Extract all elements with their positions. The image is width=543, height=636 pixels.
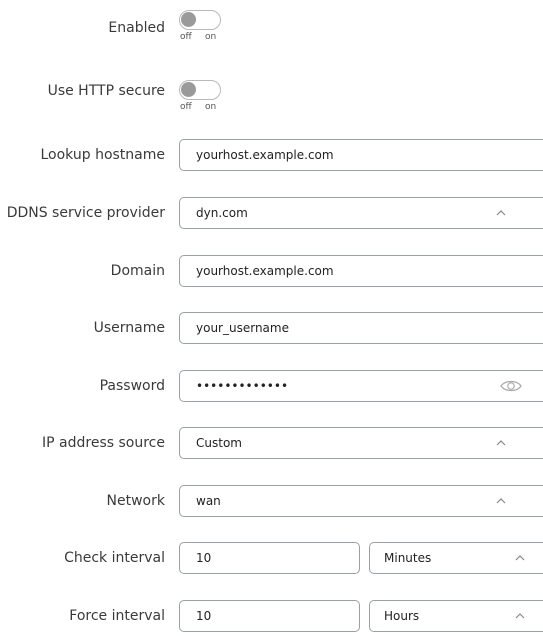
password-value: ••••••••••••• <box>196 379 289 393</box>
toggle-knob <box>181 82 196 97</box>
enabled-label: Enabled <box>108 20 165 36</box>
check-interval-unit: Minutes <box>384 551 432 565</box>
network-label: Network <box>106 493 165 509</box>
use-https-label: Use HTTP secure <box>47 83 165 99</box>
chevron-up-icon <box>515 555 525 561</box>
password-label: Password <box>99 378 165 394</box>
toggle-on-label: on <box>205 32 217 42</box>
chevron-up-icon <box>496 440 506 446</box>
network-select[interactable]: wan <box>179 485 543 517</box>
domain-input[interactable]: yourhost.example.com <box>179 255 543 287</box>
password-input[interactable]: ••••••••••••• <box>179 370 543 402</box>
network-row: Network wan <box>0 481 543 521</box>
check-interval-value: 10 <box>196 551 212 565</box>
ip-source-label: IP address source <box>42 435 165 451</box>
ip-source-select[interactable]: Custom <box>179 427 543 459</box>
force-interval-label: Force interval <box>69 608 165 624</box>
chevron-up-icon <box>496 210 506 216</box>
ddns-provider-label: DDNS service provider <box>6 205 165 221</box>
password-row: Password ••••••••••••• <box>0 366 543 406</box>
username-input[interactable]: your_username <box>179 312 543 344</box>
lookup-hostname-label: Lookup hostname <box>40 147 166 163</box>
ddns-provider-select[interactable]: dyn.com <box>179 197 543 229</box>
domain-label: Domain <box>110 263 165 279</box>
username-row: Username your_username <box>0 308 543 348</box>
domain-row: Domain yourhost.example.com <box>0 251 543 291</box>
ip-source-row: IP address source Custom <box>0 423 543 463</box>
force-interval-value: 10 <box>196 609 212 623</box>
force-interval-row: Force interval 10 Hours <box>0 596 543 636</box>
toggle-off-label: off <box>180 32 192 42</box>
force-interval-unit-select[interactable]: Hours <box>369 600 543 632</box>
enabled-toggle[interactable] <box>179 10 221 30</box>
enabled-row: Enabled off on <box>0 8 543 48</box>
domain-value: yourhost.example.com <box>196 264 334 278</box>
ip-source-value: Custom <box>196 436 242 450</box>
lookup-hostname-input[interactable]: yourhost.example.com <box>179 139 543 171</box>
use-https-row: Use HTTP secure off on <box>0 78 543 118</box>
check-interval-label: Check interval <box>64 550 165 566</box>
ddns-provider-value: dyn.com <box>196 206 248 220</box>
force-interval-input[interactable]: 10 <box>179 600 360 632</box>
enabled-toggle-group: off on <box>179 8 239 48</box>
toggle-off-label: off <box>180 102 192 112</box>
toggle-on-label: on <box>205 102 217 112</box>
use-https-toggle[interactable] <box>179 80 221 100</box>
chevron-up-icon <box>515 613 525 619</box>
lookup-hostname-row: Lookup hostname yourhost.example.com <box>0 135 543 175</box>
username-value: your_username <box>196 321 289 335</box>
lookup-hostname-value: yourhost.example.com <box>196 148 334 162</box>
use-https-toggle-group: off on <box>179 78 239 118</box>
check-interval-unit-select[interactable]: Minutes <box>369 542 543 574</box>
username-label: Username <box>93 320 165 336</box>
force-interval-unit: Hours <box>384 609 420 623</box>
chevron-up-icon <box>496 498 506 504</box>
check-interval-row: Check interval 10 Minutes <box>0 538 543 578</box>
eye-icon[interactable] <box>500 379 522 393</box>
check-interval-input[interactable]: 10 <box>179 542 360 574</box>
ddns-provider-row: DDNS service provider dyn.com <box>0 193 543 233</box>
toggle-knob <box>181 12 196 27</box>
network-value: wan <box>196 494 221 508</box>
